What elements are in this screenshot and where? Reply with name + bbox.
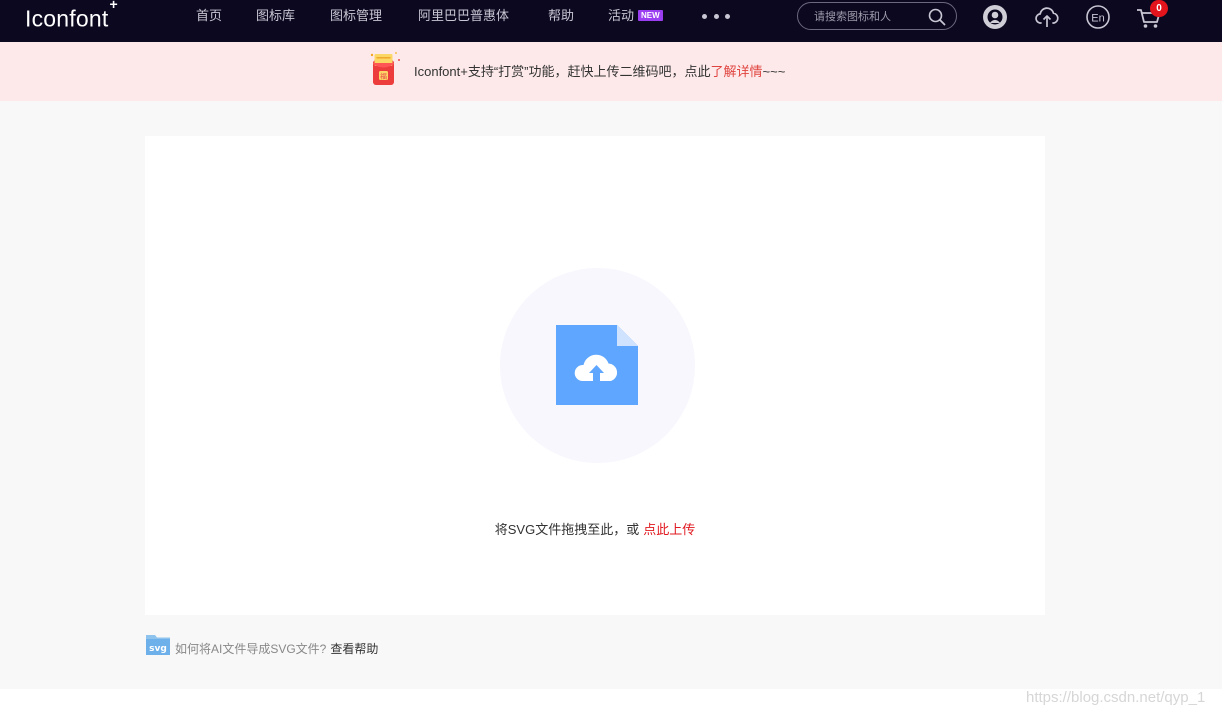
svg-file-icon: svg bbox=[146, 635, 170, 655]
notice-details-link[interactable]: 了解详情 bbox=[711, 64, 763, 79]
nav-icon-library[interactable]: 图标库 bbox=[256, 7, 295, 25]
notice-banner: 福 Iconfont+支持“打赏”功能，赶快上传二维码吧，点此了解详情~~~ bbox=[0, 42, 1222, 101]
click-upload-link[interactable]: 点此上传 bbox=[643, 522, 695, 537]
search-input[interactable] bbox=[814, 8, 922, 25]
watermark: https://blog.csdn.net/qyp_1 bbox=[1026, 689, 1206, 706]
search-icon[interactable] bbox=[928, 8, 946, 26]
svg-text:svg: svg bbox=[149, 644, 167, 654]
nav-home[interactable]: 首页 bbox=[196, 7, 222, 25]
notice-text: Iconfont+支持“打赏”功能，赶快上传二维码吧，点此了解详情~~~ bbox=[414, 64, 785, 80]
upload-circle[interactable] bbox=[500, 268, 695, 463]
cart-count-badge: 0 bbox=[1150, 0, 1168, 17]
drop-instructions: 将SVG文件拖拽至此，或 点此上传 bbox=[145, 522, 1045, 538]
file-upload-icon bbox=[556, 325, 638, 405]
site-logo[interactable]: Iconfont+ bbox=[25, 0, 118, 31]
help-question: 如何将AI文件导成SVG文件? bbox=[175, 642, 327, 656]
top-nav: Iconfont+ 首页 图标库 图标管理 阿里巴巴普惠体 帮助 活动NEW E… bbox=[0, 0, 1222, 42]
svg-text:En: En bbox=[1091, 13, 1104, 25]
red-envelope-icon: 福 bbox=[370, 52, 400, 85]
notice-suffix: ~~~ bbox=[762, 64, 786, 79]
drop-text: 将SVG文件拖拽至此，或 bbox=[494, 522, 640, 537]
nav-activities[interactable]: 活动 NEW bbox=[608, 7, 663, 25]
nav-help[interactable]: 帮助 bbox=[548, 7, 574, 25]
nav-icon-management[interactable]: 图标管理 bbox=[330, 7, 382, 25]
notice-message: Iconfont+支持“打赏”功能，赶快上传二维码吧，点此 bbox=[414, 64, 711, 79]
cloud-upload-icon[interactable] bbox=[1034, 4, 1060, 30]
new-badge: NEW bbox=[638, 10, 663, 21]
nav-activities-label: 活动 bbox=[608, 8, 635, 23]
svg-text:福: 福 bbox=[380, 72, 387, 81]
search-box bbox=[797, 2, 957, 30]
view-help-link[interactable]: 查看帮助 bbox=[330, 642, 378, 656]
language-en-icon[interactable]: En bbox=[1085, 4, 1111, 30]
upload-dropzone[interactable]: 将SVG文件拖拽至此，或 点此上传 bbox=[145, 136, 1045, 615]
nav-alibaba-font[interactable]: 阿里巴巴普惠体 bbox=[418, 7, 509, 25]
more-dots-icon[interactable] bbox=[702, 11, 730, 21]
user-avatar-icon[interactable] bbox=[982, 4, 1008, 30]
